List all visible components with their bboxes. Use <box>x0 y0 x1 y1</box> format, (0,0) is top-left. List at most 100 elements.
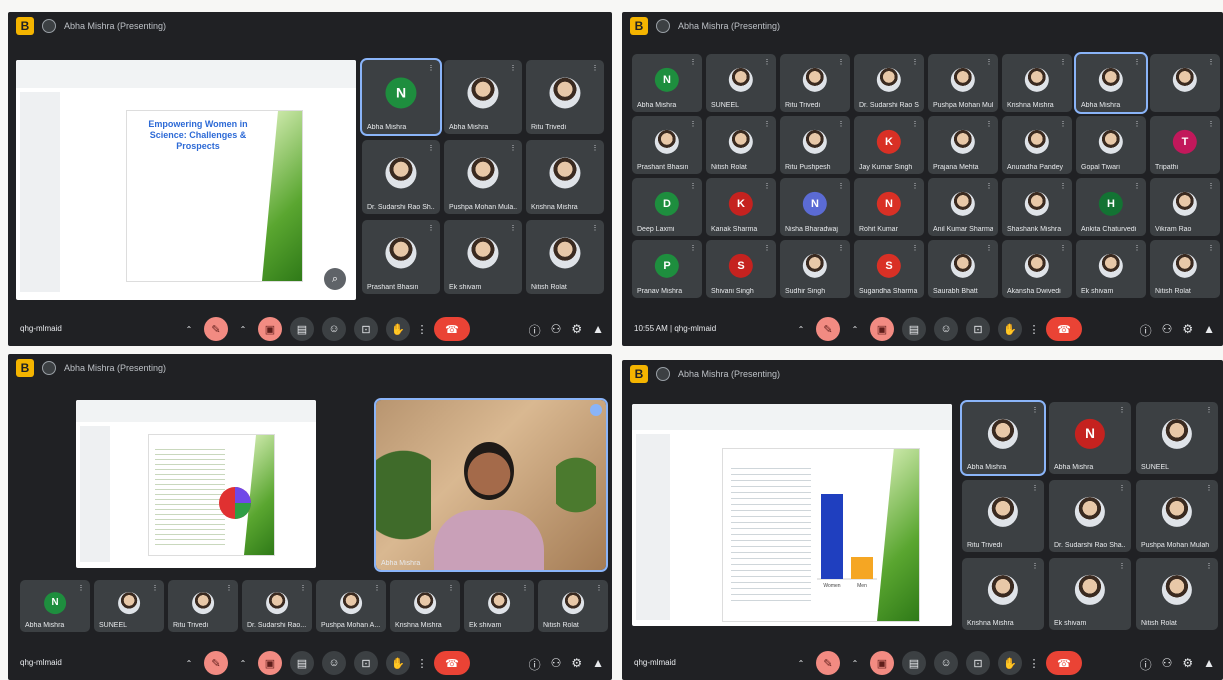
cam-caret-icon[interactable]: ⌃ <box>848 651 862 675</box>
present-icon[interactable]: ⊡ <box>354 317 378 341</box>
participant-tile[interactable]: Pushpa Mohan Mula... ⋮ <box>444 140 522 214</box>
participant-tile[interactable]: Dr. Sudarshi Rao Sh... ⋮ <box>854 54 924 112</box>
mic-caret-icon[interactable]: ⌃ <box>182 317 196 341</box>
mic-off-icon[interactable]: ✎ <box>204 651 228 675</box>
participant-tile[interactable]: SUNEEL ⋮ <box>706 54 776 112</box>
speaker-tile[interactable]: Abha Mishra <box>374 398 608 572</box>
mic-off-icon[interactable]: ✎ <box>816 317 840 341</box>
participant-tile[interactable]: Ek shivam ⋮ <box>1049 558 1131 630</box>
participant-tile[interactable]: Krishna Mishra ⋮ <box>390 580 460 632</box>
raise-hand-icon[interactable]: ✋ <box>998 651 1022 675</box>
participant-tile[interactable]: Vikram Rao ⋮ <box>1150 178 1220 236</box>
host-controls-icon[interactable]: ▲ <box>592 656 604 673</box>
people-icon[interactable]: ⚇ <box>1162 322 1173 339</box>
end-call-icon[interactable]: ☎ <box>1046 317 1082 341</box>
captions-icon[interactable]: ▤ <box>902 651 926 675</box>
cam-caret-icon[interactable]: ⌃ <box>236 317 250 341</box>
host-controls-icon[interactable]: ▲ <box>1203 656 1215 673</box>
people-icon[interactable]: ⚇ <box>551 656 562 673</box>
participant-tile[interactable]: Nitish Rolat ⋮ <box>538 580 608 632</box>
participant-tile[interactable]: Ritu Trivedi ⋮ <box>780 54 850 112</box>
participant-tile[interactable]: Anil Kumar Sharma ⋮ <box>928 178 998 236</box>
info-icon[interactable]: ⓘ <box>1140 322 1152 339</box>
raise-hand-icon[interactable]: ✋ <box>386 317 410 341</box>
host-controls-icon[interactable]: ▲ <box>592 322 604 339</box>
emoji-icon[interactable]: ☺ <box>934 317 958 341</box>
participant-tile[interactable]: Sudhir Singh ⋮ <box>780 240 850 298</box>
participant-tile[interactable]: SUNEEL ⋮ <box>1136 402 1218 474</box>
participant-tile[interactable]: S Shivani Singh ⋮ <box>706 240 776 298</box>
camera-off-icon[interactable]: ▣ <box>258 317 282 341</box>
participant-tile[interactable]: ⋮ <box>1150 54 1220 112</box>
participant-tile[interactable]: Krishna Mishra ⋮ <box>1002 54 1072 112</box>
participant-tile[interactable]: K Kanak Sharma ⋮ <box>706 178 776 236</box>
participant-tile[interactable]: Ritu Pushpesh ⋮ <box>780 116 850 174</box>
end-call-icon[interactable]: ☎ <box>1046 651 1082 675</box>
participant-tile[interactable]: Prashant Bhasin ⋮ <box>362 220 440 294</box>
participant-tile[interactable]: Ritu Trivedi ⋮ <box>526 60 604 134</box>
participant-tile[interactable]: SUNEEL ⋮ <box>94 580 164 632</box>
participant-tile[interactable]: Pushpa Mohan Mulah ⋮ <box>1136 480 1218 552</box>
mic-off-icon[interactable]: ✎ <box>204 317 228 341</box>
participant-tile[interactable]: T Tripathi ⋮ <box>1150 116 1220 174</box>
captions-icon[interactable]: ▤ <box>290 317 314 341</box>
info-icon[interactable]: ⓘ <box>529 322 541 339</box>
mic-caret-icon[interactable]: ⌃ <box>794 317 808 341</box>
participant-tile[interactable]: Dr. Sudarshi Rao Sha... ⋮ <box>1049 480 1131 552</box>
activities-icon[interactable]: ⚙ <box>1182 322 1193 339</box>
participant-tile[interactable]: Krishna Mishra ⋮ <box>962 558 1044 630</box>
participant-tile[interactable]: Saurabh Bhatt ⋮ <box>928 240 998 298</box>
participant-tile[interactable]: Nitish Rolat ⋮ <box>706 116 776 174</box>
mic-caret-icon[interactable]: ⌃ <box>794 651 808 675</box>
participant-tile[interactable]: Abha Mishra ⋮ <box>1074 52 1148 114</box>
participant-tile[interactable]: Ek shivam ⋮ <box>1076 240 1146 298</box>
participant-tile[interactable]: S Sugandha Sharma ⋮ <box>854 240 924 298</box>
participant-tile[interactable]: Pushpa Mohan A... ⋮ <box>316 580 386 632</box>
camera-off-icon[interactable]: ▣ <box>870 651 894 675</box>
participant-tile[interactable]: Nitish Rolat ⋮ <box>526 220 604 294</box>
activities-icon[interactable]: ⚙ <box>571 322 582 339</box>
mic-caret-icon[interactable]: ⌃ <box>182 651 196 675</box>
participant-tile[interactable]: D Deep Laxmi ⋮ <box>632 178 702 236</box>
activities-icon[interactable]: ⚙ <box>1182 656 1193 673</box>
participant-tile[interactable]: Pushpa Mohan Mula... ⋮ <box>928 54 998 112</box>
zoom-icon[interactable]: ⌕ <box>324 268 346 290</box>
participant-tile[interactable]: Dr. Sudarshi Rao Sh... ⋮ <box>362 140 440 214</box>
participant-tile[interactable]: Shashank Mishra ⋮ <box>1002 178 1072 236</box>
present-icon[interactable]: ⊡ <box>354 651 378 675</box>
participant-tile[interactable]: Prajana Mehta ⋮ <box>928 116 998 174</box>
raise-hand-icon[interactable]: ✋ <box>386 651 410 675</box>
cam-caret-icon[interactable]: ⌃ <box>848 317 862 341</box>
participant-tile[interactable]: Dr. Sudarshi Rao... ⋮ <box>242 580 312 632</box>
emoji-icon[interactable]: ☺ <box>322 651 346 675</box>
more-icon[interactable]: ⋮ <box>417 317 428 341</box>
activities-icon[interactable]: ⚙ <box>571 656 582 673</box>
emoji-icon[interactable]: ☺ <box>322 317 346 341</box>
end-call-icon[interactable]: ☎ <box>434 651 470 675</box>
participant-tile[interactable]: N Rohit Kumar ⋮ <box>854 178 924 236</box>
participant-tile[interactable]: N Abha Mishra ⋮ <box>1049 402 1131 474</box>
people-icon[interactable]: ⚇ <box>551 322 562 339</box>
participant-tile[interactable]: K Jay Kumar Singh ⋮ <box>854 116 924 174</box>
more-icon[interactable]: ⋮ <box>1029 317 1040 341</box>
participant-tile[interactable]: N Nisha Bharadwaj ⋮ <box>780 178 850 236</box>
participant-tile[interactable]: N Abha Mishra ⋮ <box>360 58 442 136</box>
participant-tile[interactable]: Abha Mishra ⋮ <box>444 60 522 134</box>
participant-tile[interactable]: P Pranav Mishra ⋮ <box>632 240 702 298</box>
participant-tile[interactable]: Ritu Trivedi ⋮ <box>168 580 238 632</box>
participant-tile[interactable]: Ek shivam ⋮ <box>464 580 534 632</box>
end-call-icon[interactable]: ☎ <box>434 317 470 341</box>
participant-tile[interactable]: Abha Mishra ⋮ <box>960 400 1046 476</box>
participant-tile[interactable]: Nitish Rolat ⋮ <box>1150 240 1220 298</box>
emoji-icon[interactable]: ☺ <box>934 651 958 675</box>
host-controls-icon[interactable]: ▲ <box>1203 322 1215 339</box>
info-icon[interactable]: ⓘ <box>1140 656 1152 673</box>
camera-off-icon[interactable]: ▣ <box>258 651 282 675</box>
participant-tile[interactable]: H Ankita Chaturvedi ⋮ <box>1076 178 1146 236</box>
participant-tile[interactable]: Ritu Trivedi ⋮ <box>962 480 1044 552</box>
raise-hand-icon[interactable]: ✋ <box>998 317 1022 341</box>
participant-tile[interactable]: Akansha Dwivedi ⋮ <box>1002 240 1072 298</box>
captions-icon[interactable]: ▤ <box>902 317 926 341</box>
more-icon[interactable]: ⋮ <box>417 651 428 675</box>
present-icon[interactable]: ⊡ <box>966 651 990 675</box>
